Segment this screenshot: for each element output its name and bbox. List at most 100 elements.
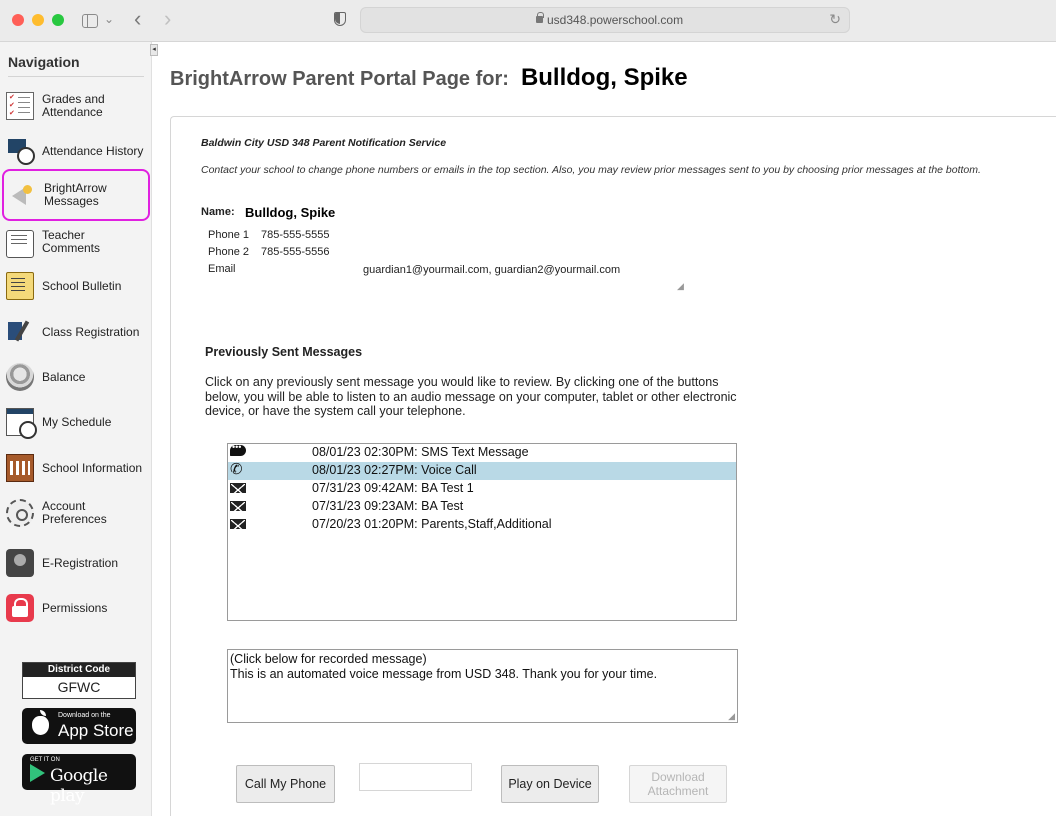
nav-item-permissions[interactable]: Permissions (6, 588, 146, 628)
apple-icon (32, 710, 49, 735)
google-play-small-text: GET IT ON (30, 757, 60, 763)
message-text: 07/31/23 09:42AM: BA Test 1 (312, 481, 474, 495)
nav-item-label: School Bulletin (42, 278, 122, 293)
attendance-icon (6, 137, 35, 165)
close-window-button[interactable] (12, 14, 24, 26)
nav-item-attendance-history[interactable]: Attendance History (6, 131, 146, 171)
nav-item-label: E-Registration (42, 555, 119, 570)
browser-toolbar: ⌄ ‹ › usd348.powerschool.com ↻ (0, 0, 1056, 42)
resize-grip-icon[interactable]: ◢ (728, 711, 735, 722)
lock-icon (536, 12, 544, 23)
envelope-icon (230, 501, 246, 514)
recorded-message-box[interactable]: (Click below for recorded message) This … (227, 649, 738, 723)
service-description: Contact your school to change phone numb… (201, 164, 981, 176)
e-registration-icon (6, 549, 34, 577)
navigation-sidebar: Navigation Grades and Attendance Attenda… (0, 42, 152, 816)
nav-item-brightarrow-messages[interactable]: BrightArrow Messages (2, 169, 150, 221)
nav-item-label: Class Registration (42, 324, 140, 339)
email-label: Email (208, 263, 236, 275)
message-text: 07/20/23 01:20PM: Parents,Staff,Addition… (312, 517, 552, 531)
message-row-selected[interactable]: ✆ 08/01/23 02:27PM: Voice Call (228, 462, 736, 480)
message-text: 08/01/23 02:30PM: SMS Text Message (312, 445, 529, 459)
student-name-heading: Bulldog, Spike (520, 64, 688, 91)
google-play-badge[interactable]: GET IT ON Google play (22, 754, 136, 806)
back-arrow-icon[interactable]: ‹ (134, 6, 141, 32)
page-title: BrightArrow Parent Portal Page for: (170, 68, 509, 90)
message-text: 07/31/23 09:23AM: BA Test (312, 499, 464, 513)
phone2-label: Phone 2 (208, 246, 249, 258)
play-icon (30, 764, 45, 782)
navigation-title: Navigation (8, 54, 80, 70)
school-icon (6, 454, 34, 482)
url-text: usd348.powerschool.com (547, 13, 684, 27)
nav-item-label: Teacher Comments (42, 228, 101, 255)
phone2-value: 785-555-5556 (261, 246, 330, 258)
nav-item-label: Grades and Attendance (42, 92, 105, 119)
download-button-line2: Attachment (647, 784, 709, 798)
envelope-icon (230, 483, 246, 496)
app-store-badge[interactable]: Download on the App Store (22, 708, 136, 744)
nav-item-school-information[interactable]: School Information (6, 448, 146, 488)
service-title: Baldwin City USD 348 Parent Notification… (201, 137, 447, 149)
message-text: 08/01/23 02:27PM: Voice Call (312, 463, 477, 477)
name-label: Name: (201, 206, 235, 218)
nav-item-label: My Schedule (42, 414, 112, 429)
grades-icon (6, 92, 34, 120)
nav-item-school-bulletin[interactable]: School Bulletin (6, 266, 146, 306)
recorded-message-hint: (Click below for recorded message) (230, 652, 427, 666)
chevron-down-icon[interactable]: ⌄ (104, 12, 114, 26)
download-button-line1: Download (651, 770, 705, 784)
page-heading: BrightArrow Parent Portal Page for: Bull… (170, 64, 688, 92)
reload-icon[interactable]: ↻ (829, 11, 841, 28)
nav-item-class-registration[interactable]: Class Registration (6, 312, 146, 352)
play-on-device-button[interactable]: Play on Device (501, 765, 599, 803)
forward-arrow-icon[interactable]: › (164, 6, 171, 32)
divider (8, 76, 144, 77)
nav-item-label: Account Preferences (42, 499, 107, 526)
account-icon (6, 499, 34, 527)
brightarrow-icon (8, 181, 36, 209)
message-list[interactable]: 08/01/23 02:30PM: SMS Text Message ✆ 08/… (227, 442, 737, 621)
previous-messages-title: Previously Sent Messages (205, 345, 363, 359)
notification-panel: Baldwin City USD 348 Parent Notification… (170, 116, 1056, 816)
comments-icon (6, 230, 34, 258)
sidebar-toggle-icon[interactable] (82, 14, 98, 28)
nav-item-balance[interactable]: Balance (6, 357, 146, 397)
nav-item-label: School Information (42, 460, 143, 475)
app-store-small-text: Download on the (58, 712, 111, 719)
envelope-icon (230, 519, 246, 532)
privacy-shield-icon[interactable] (334, 12, 346, 26)
nav-item-e-registration[interactable]: E-Registration (6, 543, 146, 583)
district-code-label: District Code (23, 663, 135, 677)
phone1-value: 785-555-5555 (261, 229, 330, 241)
zoom-window-button[interactable] (52, 14, 64, 26)
message-row[interactable]: 07/20/23 01:20PM: Parents,Staff,Addition… (228, 516, 736, 534)
nav-item-teacher-comments[interactable]: Teacher Comments (6, 222, 146, 262)
download-attachment-button[interactable]: Download Attachment (629, 765, 727, 803)
class-registration-icon (6, 318, 34, 346)
minimize-window-button[interactable] (32, 14, 44, 26)
nav-item-grades-and-attendance[interactable]: Grades and Attendance (6, 86, 146, 126)
resize-grip-icon[interactable]: ◢ (677, 281, 684, 292)
balance-icon (6, 363, 34, 391)
google-play-big-text: Google play (50, 766, 108, 806)
sms-icon (230, 442, 246, 456)
nav-item-my-schedule[interactable]: My Schedule (6, 402, 146, 442)
phone1-label: Phone 1 (208, 229, 249, 241)
email-value: guardian1@yourmail.com, guardian2@yourma… (363, 264, 621, 276)
name-value: Bulldog, Spike (245, 205, 336, 220)
nav-item-account-preferences[interactable]: Account Preferences (6, 493, 146, 533)
message-row[interactable]: 07/31/23 09:23AM: BA Test (228, 498, 736, 516)
call-my-phone-button[interactable]: Call My Phone (236, 765, 335, 803)
nav-item-label: Attendance History (42, 143, 144, 158)
nav-item-label: Balance (42, 369, 86, 384)
district-code-box: District Code GFWC (22, 662, 136, 699)
collapse-sidebar-icon[interactable]: ◂ (150, 44, 158, 56)
address-bar[interactable]: usd348.powerschool.com ↻ (360, 7, 850, 33)
app-store-big-text: App Store (58, 721, 134, 740)
message-row[interactable]: 08/01/23 02:30PM: SMS Text Message (228, 442, 736, 462)
phone-entry-field[interactable] (359, 763, 472, 791)
lock-icon (6, 594, 34, 622)
nav-item-label: Permissions (42, 600, 108, 615)
message-row[interactable]: 07/31/23 09:42AM: BA Test 1 (228, 480, 736, 498)
